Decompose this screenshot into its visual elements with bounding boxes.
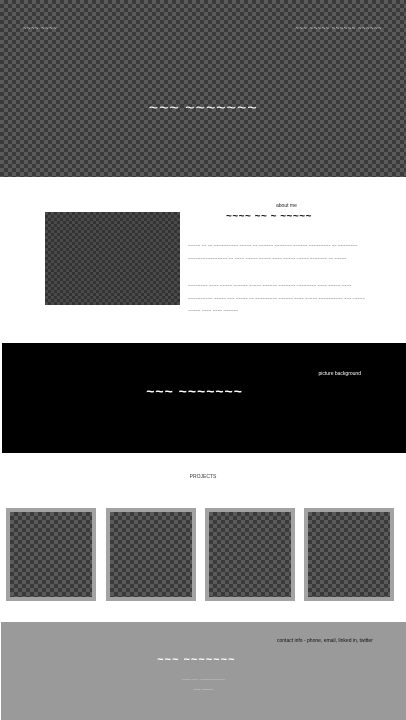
project-card[interactable] bbox=[106, 508, 196, 601]
footer-note: ~~~~ ~~~ · ~~~~~~~~~~~~ bbox=[182, 678, 225, 682]
about-paragraph: ~~~~~~~~ ~~~~ ~~~~~ ~~~~~~ ~~~~~ ~~~~~~ … bbox=[188, 283, 365, 313]
site-logo[interactable]: ~~~~ ~~~~ bbox=[23, 26, 57, 32]
about-heading: ~~~~ ~~ ~ ~~~~~ bbox=[226, 211, 312, 222]
about-paragraph: ~~~~~ ~~ ~~ ~~~~~~~~~~ ~~~~~ ~~ ~~~~~~ ~… bbox=[188, 243, 358, 261]
footer: contact info - phone, email, linked in, … bbox=[1, 622, 406, 720]
picture-background-band: picture background ~~~ ~~~~~~~ bbox=[2, 343, 406, 453]
band-caption: picture background bbox=[318, 371, 361, 377]
projects-heading: PROJECTS bbox=[189, 474, 217, 480]
project-card[interactable] bbox=[6, 508, 96, 601]
project-thumbnail bbox=[209, 512, 291, 597]
band-title: ~~~ ~~~~~~~ bbox=[146, 383, 243, 399]
project-card[interactable] bbox=[304, 508, 394, 601]
project-thumbnail bbox=[308, 512, 390, 597]
hero-title: ~~~ ~~~~~~~ bbox=[148, 100, 258, 117]
about-kicker: about me bbox=[276, 203, 297, 209]
project-card[interactable] bbox=[205, 508, 295, 601]
top-nav[interactable]: ~~~ ~~~~~ ~~~~~~ ~~~~~~ bbox=[295, 26, 382, 32]
footer-note: ~~~ ~~~~~ bbox=[193, 687, 214, 692]
about-image bbox=[45, 212, 180, 305]
project-thumbnail bbox=[110, 512, 192, 597]
project-thumbnail bbox=[10, 512, 92, 597]
footer-title: ~~~ ~~~~~~~ bbox=[157, 654, 236, 666]
hero-banner: ~~~~ ~~~~ ~~~ ~~~~~ ~~~~~~ ~~~~~~ ~~~ ~~… bbox=[0, 0, 406, 177]
contact-info: contact info - phone, email, linked in, … bbox=[277, 638, 373, 644]
